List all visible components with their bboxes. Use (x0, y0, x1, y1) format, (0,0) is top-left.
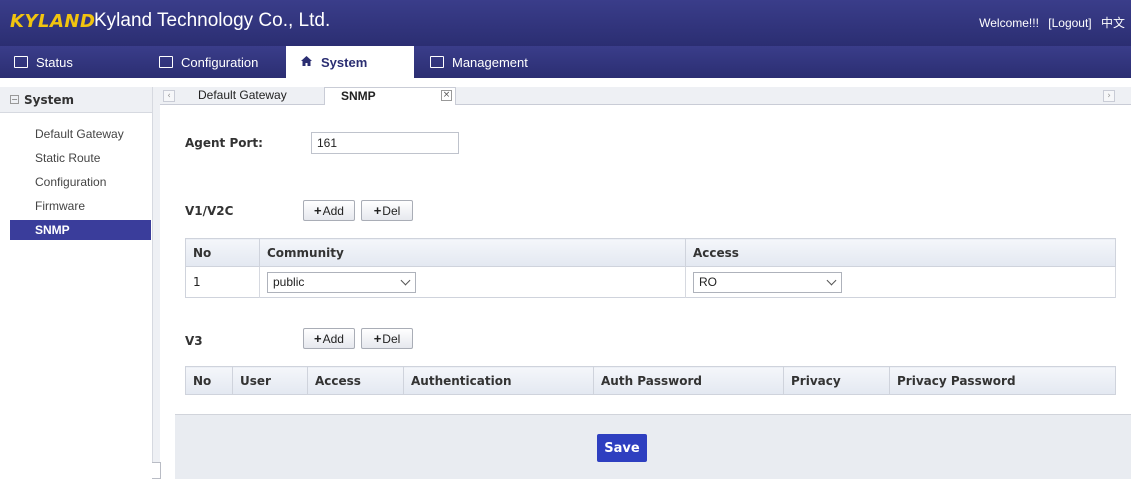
table-header-row: No User Access Authentication Auth Passw… (185, 366, 1116, 395)
home-icon (300, 55, 313, 70)
splitter-handle[interactable] (152, 462, 161, 479)
configuration-icon (159, 56, 173, 68)
community-value: public (273, 274, 305, 289)
kyland-logo: KYLAND (10, 11, 96, 32)
tab-scroll-left-icon[interactable]: ‹ (163, 90, 175, 102)
tab-label: Default Gateway (198, 88, 287, 102)
welcome-text: Welcome!!! (979, 16, 1039, 30)
sidebar-splitter[interactable] (152, 87, 160, 479)
v3-table: No User Access Authentication Auth Passw… (185, 366, 1116, 395)
agent-port-label: Agent Port: (185, 136, 263, 150)
column-header: Community (259, 238, 686, 267)
plus-icon: + (373, 331, 382, 346)
column-header: Privacy Password (889, 366, 1116, 395)
chevron-down-icon (400, 275, 411, 285)
action-bar (175, 414, 1131, 479)
add-label: Add (322, 203, 344, 218)
nav-tab-label: Status (36, 54, 73, 70)
plus-icon: + (314, 331, 322, 346)
header-user-area: Welcome!!! [Logout] 中文 (973, 14, 1125, 31)
column-header: Privacy (783, 366, 890, 395)
column-header: No (185, 238, 260, 267)
row-no: 1 (185, 266, 260, 298)
column-header: No (185, 366, 233, 395)
column-header: Authentication (403, 366, 594, 395)
community-select[interactable]: public (267, 271, 416, 293)
nav-tab-system[interactable]: System (286, 46, 414, 78)
access-select[interactable]: RO (693, 271, 842, 293)
plus-icon: + (373, 203, 382, 218)
column-header: Auth Password (593, 366, 784, 395)
close-tab-icon[interactable]: × (441, 90, 452, 101)
tab-snmp[interactable]: SNMP (324, 87, 456, 105)
nav-tab-label: Management (452, 54, 528, 70)
logout-link[interactable]: [Logout] (1048, 16, 1091, 30)
sidebar-item-snmp[interactable]: SNMP (10, 220, 151, 240)
collapse-icon[interactable]: − (10, 95, 19, 104)
tab-scroll-right-icon[interactable]: › (1103, 90, 1115, 102)
main-nav: Status Configuration System Management (0, 46, 1131, 78)
v3-label: V3 (185, 334, 203, 348)
page-tabs: ‹ Default Gateway SNMP × › (160, 87, 1131, 105)
v1v2c-del-button[interactable]: + Del (361, 200, 413, 221)
v3-del-button[interactable]: + Del (361, 328, 413, 349)
app-header: KYLAND Kyland Technology Co., Ltd. Welco… (0, 0, 1131, 46)
left-sidebar: − System Default Gateway Static Route Co… (0, 87, 152, 479)
nav-tab-label: Configuration (181, 54, 259, 70)
nav-tab-configuration[interactable]: Configuration (145, 46, 285, 78)
del-label: Del (382, 331, 401, 346)
sidebar-item-static-route[interactable]: Static Route (10, 148, 151, 168)
nav-tab-label: System (321, 54, 368, 70)
v1v2c-label: V1/V2C (185, 204, 234, 218)
v1v2c-table: No Community Access 1 public RO (185, 238, 1116, 298)
v3-add-button[interactable]: + Add (303, 328, 355, 349)
nav-tab-status[interactable]: Status (0, 46, 150, 78)
access-value: RO (699, 274, 717, 289)
column-header: User (232, 366, 308, 395)
status-icon (14, 56, 28, 68)
sidebar-item-configuration[interactable]: Configuration (10, 172, 151, 192)
column-header: Access (685, 238, 1116, 267)
plus-icon: + (314, 203, 322, 218)
sidebar-heading[interactable]: − System (0, 87, 152, 113)
management-icon (430, 56, 444, 68)
sidebar-item-firmware[interactable]: Firmware (10, 196, 151, 216)
v1v2c-add-button[interactable]: + Add (303, 200, 355, 221)
table-row: 1 public RO (185, 266, 1116, 298)
save-button[interactable]: Save (597, 434, 647, 462)
chevron-down-icon (826, 275, 837, 285)
company-name: Kyland Technology Co., Ltd. (94, 10, 331, 31)
access-cell: RO (685, 266, 1116, 298)
agent-port-input[interactable]: 161 (311, 132, 459, 154)
community-cell: public (259, 266, 686, 298)
sidebar-item-default-gateway[interactable]: Default Gateway (10, 124, 151, 144)
column-header: Access (307, 366, 404, 395)
tab-default-gateway[interactable]: Default Gateway (182, 87, 312, 105)
language-link[interactable]: 中文 (1101, 16, 1125, 30)
tab-label: SNMP (341, 89, 376, 103)
add-label: Add (322, 331, 344, 346)
table-header-row: No Community Access (185, 238, 1116, 267)
sidebar-heading-label: System (24, 92, 74, 107)
del-label: Del (382, 203, 401, 218)
nav-tab-management[interactable]: Management (416, 46, 566, 78)
